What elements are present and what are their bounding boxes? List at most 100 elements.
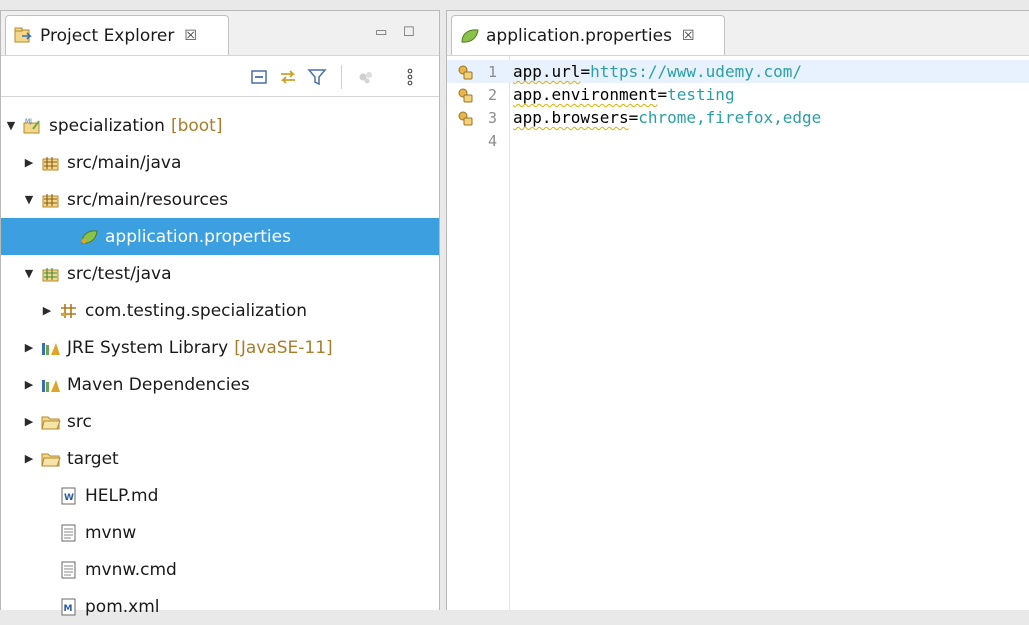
boot-project-icon: MJ [23,118,40,133]
tree-item-specialization[interactable]: ▼ MJ specialization [boot] [1,107,439,144]
tree-item-src-test-java[interactable]: ▼ src/test/java [1,255,439,292]
project-explorer-tabbar: Project Explorer ☒ ▭ ☐ [1,11,439,55]
collapse-all-icon[interactable] [250,67,270,87]
spring-properties-icon [81,229,98,244]
tree-item-package[interactable]: ▶ com.testing.specialization [1,292,439,329]
tree-item-label: specialization [49,115,165,136]
property-key: app.url [513,62,581,81]
equals-sign: = [628,108,639,127]
tree-item-pom-xml[interactable]: M pom.xml [1,588,439,625]
collapsed-arrow-icon[interactable]: ▶ [23,378,35,391]
equals-sign: = [580,62,591,81]
collapsed-arrow-icon[interactable]: ▶ [41,304,53,317]
editor-text-area[interactable]: 1 app.url=https://www.udemy.com/ 2 app.e… [447,55,1029,610]
tree-item-application-properties[interactable]: application.properties [1,218,439,255]
close-icon[interactable]: ☒ [682,28,695,44]
tree-item-label: JRE System Library [67,337,229,358]
warning-marker-icon[interactable] [457,64,473,80]
text-file-icon [61,524,76,541]
link-with-editor-icon[interactable] [278,67,298,87]
tree-item-help-md[interactable]: W HELP.md [1,477,439,514]
minimize-icon[interactable]: ▭ [375,25,387,40]
tree-item-src-main-resources[interactable]: ▼ src/main/resources [1,181,439,218]
warning-marker-icon[interactable] [457,87,473,103]
project-explorer-tab-label: Project Explorer [40,25,175,46]
code-line[interactable]: 1 app.url=https://www.udemy.com/ [447,60,1029,83]
tree-item-src-main-java[interactable]: ▶ src/main/java [1,144,439,181]
expanded-arrow-icon[interactable]: ▼ [23,267,35,280]
svg-text:MJ: MJ [25,118,32,125]
tree-item-mvnw[interactable]: mvnw [1,514,439,551]
expanded-arrow-icon[interactable]: ▼ [5,119,17,132]
project-explorer-view: Project Explorer ☒ ▭ ☐ ▼ MJ specializati… [0,10,440,617]
collapsed-arrow-icon[interactable]: ▶ [23,156,35,169]
line-number: 1 [487,62,497,81]
svg-text:M: M [64,604,73,614]
tree-item-decoration: [boot] [170,115,223,136]
code-text: app.url=https://www.udemy.com/ [513,62,802,81]
source-folder-icon [42,193,59,207]
focus-icon[interactable] [356,67,376,87]
tree-item-label: mvnw.cmd [85,559,177,580]
tree-item-mvnw-cmd[interactable]: mvnw.cmd [1,551,439,588]
test-source-folder-icon [42,267,59,281]
code-text: app.browsers=chrome,firefox,edge [513,108,821,127]
close-icon[interactable]: ☒ [184,28,197,44]
filter-icon[interactable] [307,67,327,87]
editor-tab-label: application.properties [486,25,672,46]
svg-text:W: W [64,493,74,503]
package-icon [61,303,76,318]
line-number: 3 [487,108,497,127]
warning-marker-icon[interactable] [457,110,473,126]
library-icon [42,379,60,392]
tree-item-label: src [67,411,92,432]
spring-leaf-icon [461,28,479,43]
code-line[interactable]: 2 app.environment=testing [447,83,1029,106]
project-explorer-toolbar [1,55,439,97]
tree-item-label: src/main/java [67,152,182,173]
tree-item-label: com.testing.specialization [85,300,307,321]
project-explorer-tab[interactable]: Project Explorer ☒ [5,15,229,55]
code-line[interactable]: 3 app.browsers=chrome,firefox,edge [447,106,1029,129]
property-value: https://www.udemy.com/ [590,62,802,81]
editor-tab-application-properties[interactable]: application.properties ☒ [451,15,725,55]
tree-item-jre-system-library[interactable]: ▶ JRE System Library [JavaSE-11] [1,329,439,366]
collapsed-arrow-icon[interactable]: ▶ [23,452,35,465]
tree-item-label: Maven Dependencies [67,374,250,395]
tree-item-label: target [67,448,119,469]
folder-icon [41,453,61,466]
tree-item-maven-dependencies[interactable]: ▶ Maven Dependencies [1,366,439,403]
collapsed-arrow-icon[interactable]: ▶ [23,341,35,354]
tree-item-decoration: [JavaSE-11] [234,337,333,358]
tree-item-label: src/test/java [67,263,172,284]
tree-item-target[interactable]: ▶ target [1,440,439,477]
property-value: chrome,firefox,edge [638,108,822,127]
tree-item-src[interactable]: ▶ src [1,403,439,440]
maven-pom-icon: M [61,598,76,615]
collapsed-arrow-icon[interactable]: ▶ [23,415,35,428]
maximize-icon[interactable]: ☐ [403,25,415,40]
line-number: 2 [487,85,497,104]
tree-item-label: mvnw [85,522,137,543]
project-explorer-icon [14,27,32,42]
tree-item-label: pom.xml [85,596,160,617]
property-value: testing [667,85,735,104]
tree-item-label: application.properties [105,226,291,247]
code-text: app.environment=testing [513,85,735,104]
editor-area: application.properties ☒ 1 app.url=https… [446,10,1029,610]
line-number: 4 [487,131,497,150]
tree-item-label: src/main/resources [67,189,229,210]
property-key: app.environment [513,85,658,104]
view-menu-icon[interactable] [400,67,420,87]
expanded-arrow-icon[interactable]: ▼ [23,193,35,206]
text-file-icon [61,561,76,578]
code-line[interactable]: 4 [447,129,1029,152]
toolbar-separator [341,65,342,89]
folder-icon [41,416,61,429]
equals-sign: = [657,85,668,104]
markdown-file-icon: W [61,487,76,504]
source-folder-icon [42,156,59,170]
tree-item-label: HELP.md [85,485,159,506]
property-key: app.browsers [513,108,629,127]
editor-tabbar: application.properties ☒ [447,11,1029,55]
